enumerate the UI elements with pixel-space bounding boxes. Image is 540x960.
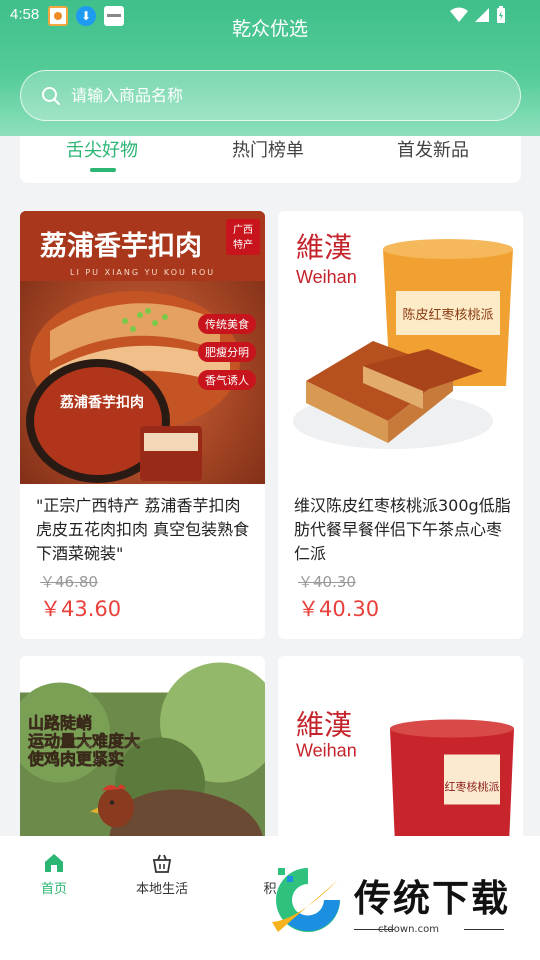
svg-text:使鸡肉更紧实: 使鸡肉更紧实 <box>27 750 124 769</box>
svg-text:陈皮红枣核桃派: 陈皮红枣核桃派 <box>402 307 493 323</box>
page-title: 乾众优选 <box>231 18 308 40</box>
image-headline: 荔浦香芋扣肉 <box>40 230 202 262</box>
product-original-price: ￥46.80 <box>40 573 98 591</box>
badge-line-2: 特产 <box>233 238 253 251</box>
svg-text:肥瘦分明: 肥瘦分明 <box>205 345 249 359</box>
svg-text:LI PU XIANG YU KOU ROU: LI PU XIANG YU KOU ROU <box>70 268 215 277</box>
product-card[interactable]: 維漢 Weihan 陈皮红枣核桃派 维汉陈皮红枣核桃派300g低脂肪代餐早餐伴侣… <box>278 211 523 639</box>
product-name[interactable]: "正宗广西特产 荔浦香芋扣肉虎皮五花肉扣肉 真空包装熟食下酒菜碗装" <box>36 494 254 566</box>
active-tab-indicator <box>90 168 116 172</box>
watermark: 传统下载 ctdown.com <box>268 860 528 940</box>
product-image[interactable]: 維漢 Weihan 陈皮红枣核桃派 <box>278 211 523 484</box>
watermark-url: ctdown.com <box>378 924 439 935</box>
nav-home[interactable]: 首页 <box>14 852 94 897</box>
tab-tasty-goods[interactable]: 舌尖好物 <box>32 136 172 164</box>
product-price: ￥43.60 <box>40 597 122 621</box>
product-image[interactable]: 維漢 Weihan 红枣核桃派 <box>278 656 523 856</box>
badge-line-1: 广西 <box>233 224 253 236</box>
product-image[interactable]: 山路陡峭 运动量大难度大 使鸡肉更紧实 <box>20 656 265 856</box>
nav-local-life[interactable]: 本地生活 <box>122 852 202 897</box>
svg-text:山路陡峭: 山路陡峭 <box>28 714 92 733</box>
svg-text:运动量大难度大: 运动量大难度大 <box>28 732 140 751</box>
svg-text:传统美食: 传统美食 <box>205 317 249 331</box>
product-name[interactable]: 维汉陈皮红枣核桃派300g低脂肪代餐早餐伴侣下午茶点心枣仁派 <box>294 494 512 566</box>
product-image[interactable]: 荔浦香芋扣肉 LI PU XIANG YU KOU ROU 广西 特产 传统美食… <box>20 211 265 484</box>
nav-label: 本地生活 <box>135 882 188 897</box>
svg-text:Weihan: Weihan <box>296 267 357 287</box>
product-card[interactable]: 維漢 Weihan 红枣核桃派 <box>278 656 523 856</box>
home-icon <box>45 854 63 872</box>
svg-text:荔浦香芋扣肉: 荔浦香芋扣肉 <box>59 394 144 411</box>
search-icon <box>42 87 60 105</box>
svg-text:红枣核桃派: 红枣核桃派 <box>445 780 500 794</box>
brand-logo: 維漢 <box>296 231 352 264</box>
header: 4:58 ⬇ 乾众优选 <box>0 0 540 136</box>
svg-text:香气诱人: 香气诱人 <box>205 373 249 387</box>
basket-icon <box>152 854 172 873</box>
svg-text:Weihan: Weihan <box>296 741 357 761</box>
search-bar[interactable] <box>20 70 521 121</box>
tab-new-arrivals[interactable]: 首发新品 <box>363 136 503 164</box>
divider <box>464 929 504 930</box>
product-original-price: ￥40.30 <box>298 573 356 591</box>
brand-logo: 維漢 <box>296 709 352 742</box>
watermark-logo-icon <box>272 868 340 932</box>
search-input[interactable] <box>71 71 501 119</box>
watermark-text: 传统下载 <box>354 877 510 920</box>
product-price: ￥40.30 <box>298 597 380 621</box>
nav-label: 首页 <box>40 882 67 897</box>
category-tabs: 舌尖好物 热门榜单 首发新品 <box>20 136 521 183</box>
product-card[interactable]: 山路陡峭 运动量大难度大 使鸡肉更紧实 <box>20 656 265 856</box>
product-card[interactable]: 荔浦香芋扣肉 LI PU XIANG YU KOU ROU 广西 特产 传统美食… <box>20 211 265 639</box>
tab-hot-rankings[interactable]: 热门榜单 <box>198 136 338 164</box>
